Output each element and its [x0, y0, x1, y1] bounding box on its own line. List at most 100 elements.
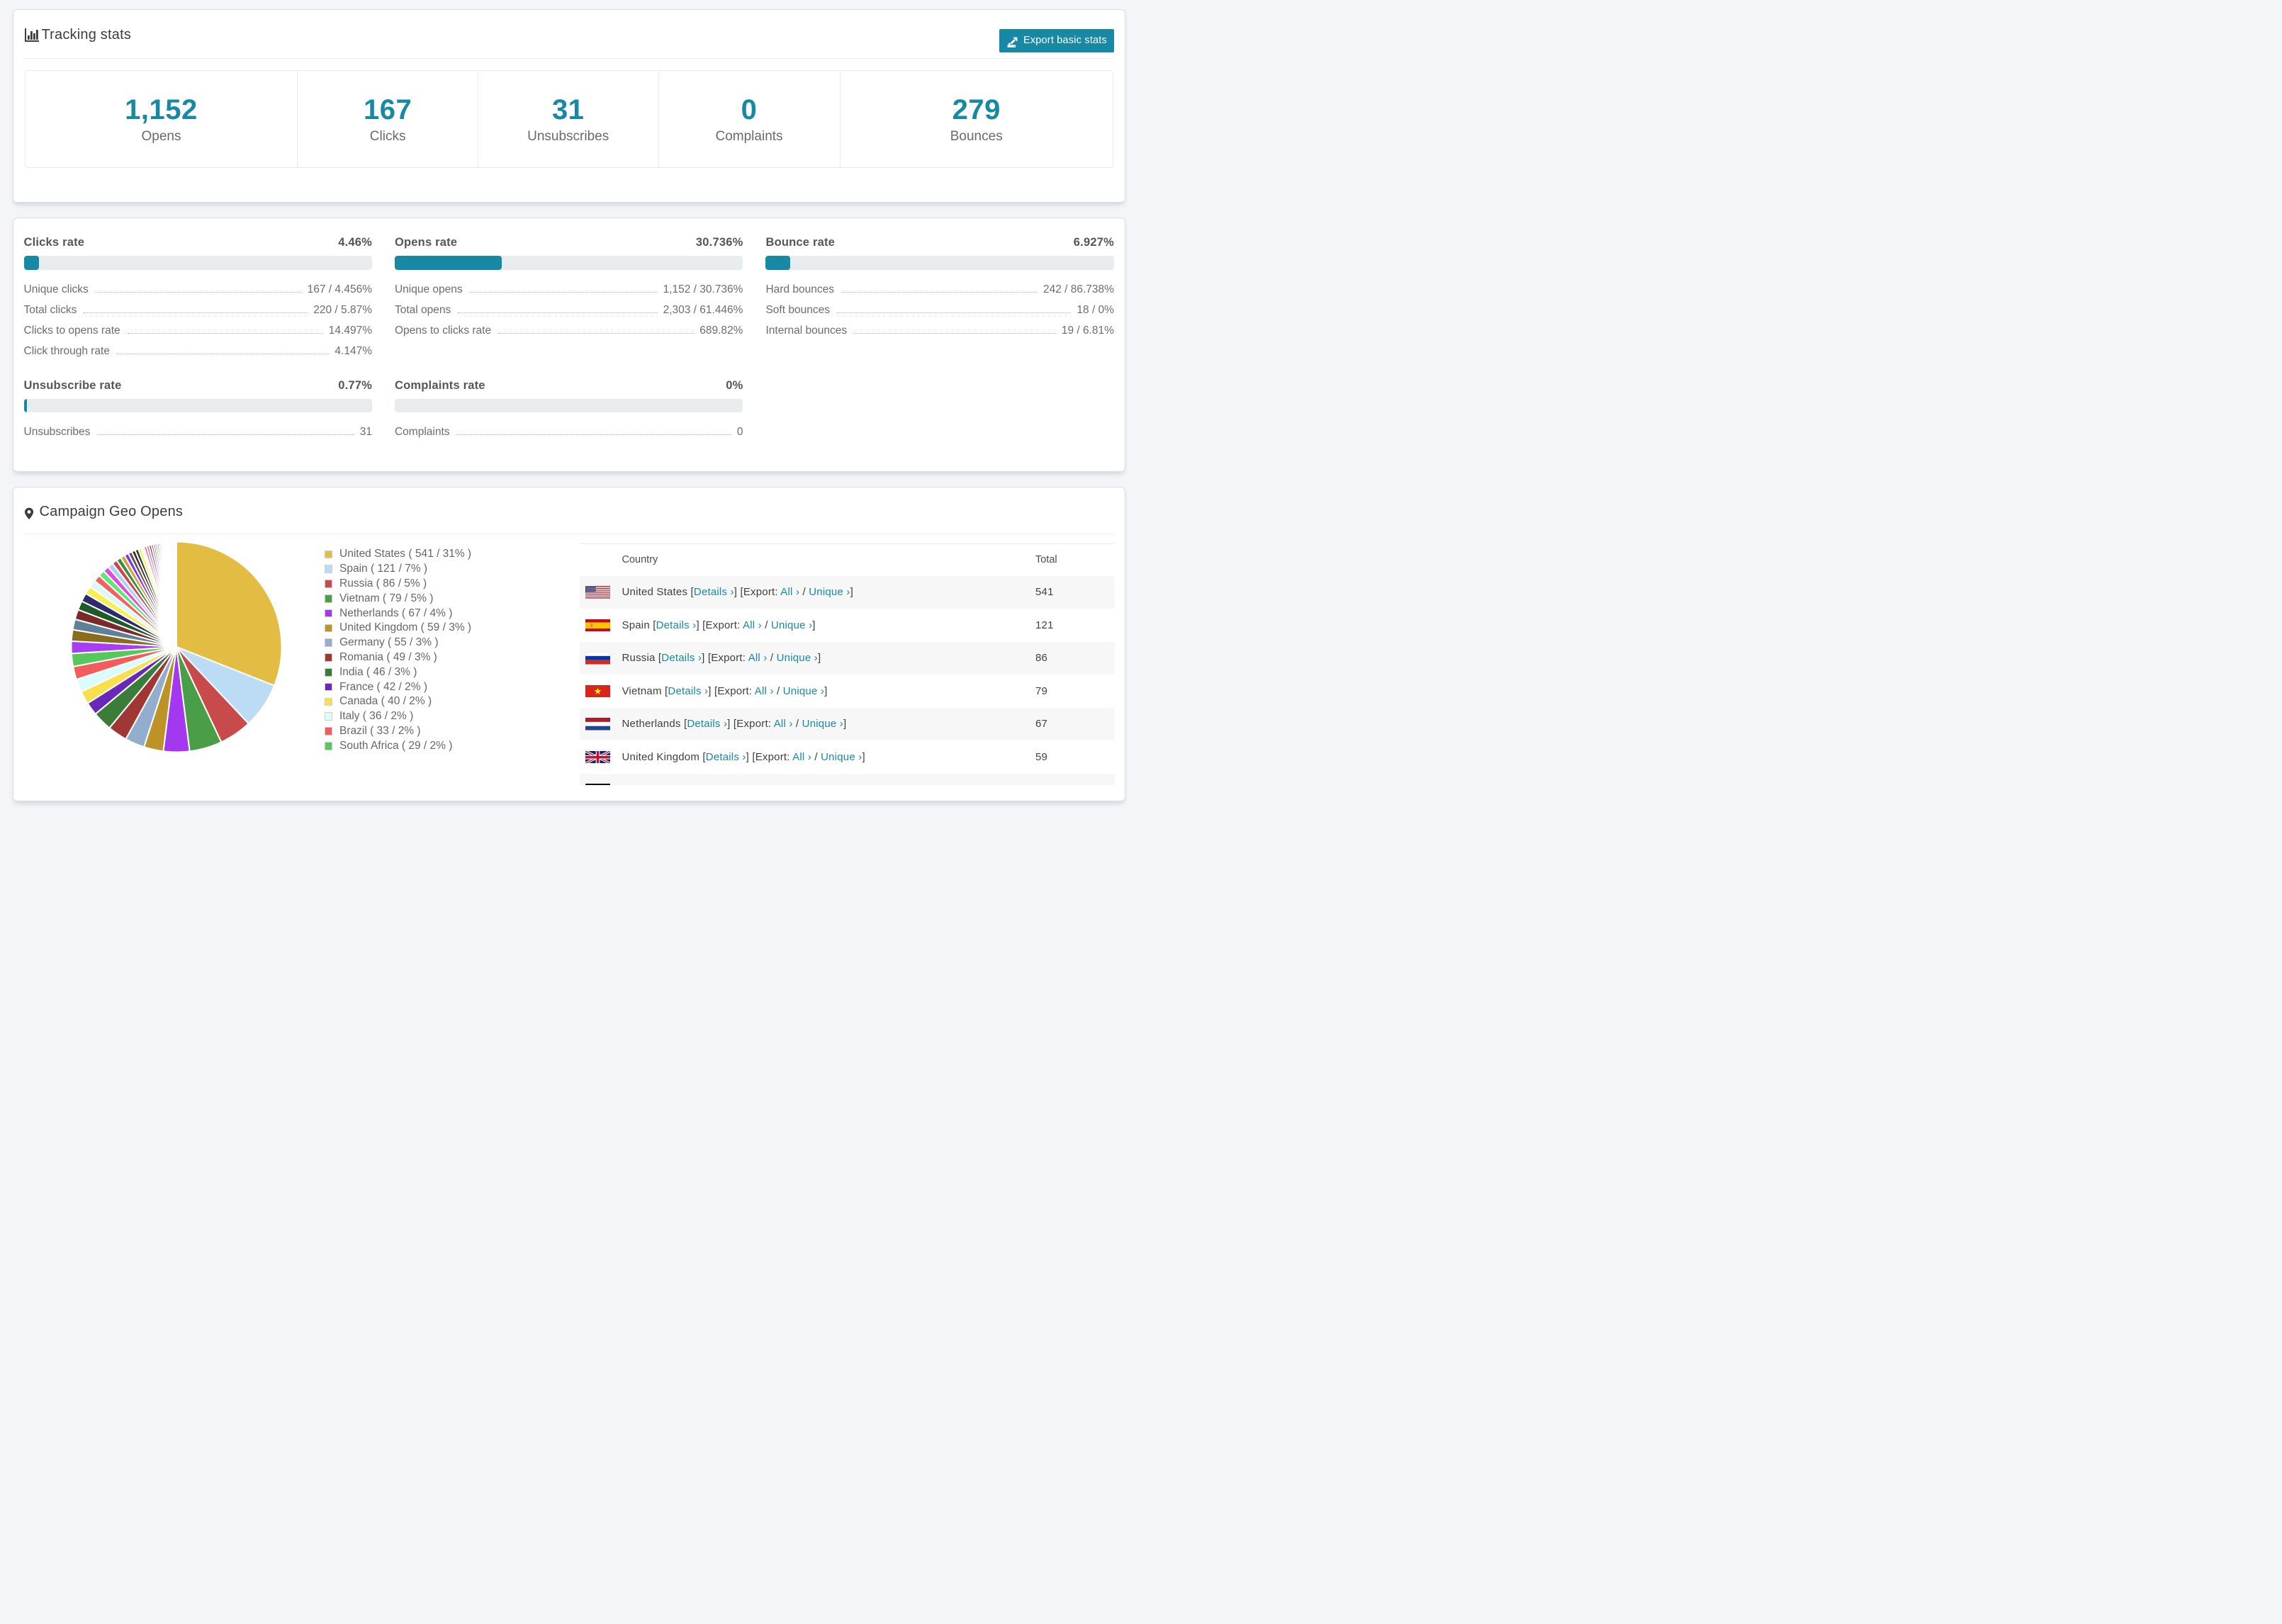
legend-item: Spain ( 121 / 7% ): [324, 562, 472, 577]
dotted-leader: [95, 291, 302, 293]
rate-row: Unsubscribes 31: [24, 426, 372, 446]
legend-item: United Kingdom ( 59 / 3% ): [324, 621, 472, 636]
export-basic-stats-button[interactable]: Export basic stats: [999, 28, 1114, 52]
export-unique-link[interactable]: Unique ›: [777, 652, 818, 664]
country-cell: Spain [Details ›] [Export: All › / Uniqu…: [622, 619, 816, 631]
country-row-nl: Netherlands [Details ›] [Export: All › /…: [579, 707, 1115, 740]
export-all-link[interactable]: All ›: [743, 619, 762, 631]
country-total: 121: [1035, 619, 1054, 631]
geo-body: United States ( 541 / 31% ) Spain ( 121 /…: [13, 534, 1125, 801]
legend-swatch: [324, 594, 332, 603]
country-table-header-row: Country Total: [579, 543, 1115, 576]
export-all-link[interactable]: All ›: [780, 586, 799, 598]
chevron-right-icon: ›: [723, 718, 728, 731]
rate-value: 30.736%: [695, 236, 743, 249]
rate-row-value: 689.82%: [699, 324, 743, 337]
flag-cell: [580, 642, 622, 675]
details-link[interactable]: Details ›: [687, 718, 727, 730]
export-all-link[interactable]: All ›: [748, 652, 768, 664]
legend-swatch: [324, 624, 332, 633]
legend-swatch: [324, 668, 332, 677]
country-cell: Netherlands [Details ›] [Export: All › /…: [622, 718, 847, 731]
legend-label: Netherlands ( 67 / 4% ): [339, 607, 453, 619]
legend-swatch: [324, 580, 332, 588]
legend-label: United Kingdom ( 59 / 3% ): [339, 621, 472, 634]
country-row-es: Spain [Details ›] [Export: All › / Uniqu…: [580, 609, 1115, 642]
details-link[interactable]: Details ›: [706, 751, 746, 763]
export-button-label: Export basic stats: [1023, 35, 1107, 46]
legend-swatch: [324, 550, 332, 559]
rate-value: 4.46%: [338, 236, 372, 249]
legend-item: India ( 46 / 3% ): [324, 665, 472, 680]
export-unique-link[interactable]: Unique ›: [809, 586, 850, 598]
flag-es-icon: [585, 619, 610, 631]
country-table-header-flag-spacer: [579, 543, 622, 576]
legend-label: South Africa ( 29 / 2% ): [339, 739, 453, 752]
stat-value: 279: [952, 94, 1001, 125]
chevron-right-icon: ›: [809, 619, 813, 631]
legend-swatch: [324, 609, 332, 618]
flag-cell: [580, 740, 622, 774]
export-unique-link[interactable]: Unique ›: [802, 718, 843, 730]
country-name: United States: [622, 586, 691, 599]
stat-unsubscribes: 31 Unsubscribes: [477, 71, 658, 167]
export-all-link[interactable]: All ›: [792, 751, 811, 763]
legend-swatch: [324, 565, 332, 573]
country-cell: United Kingdom [Details ›] [Export: All …: [622, 750, 865, 763]
chevron-right-icon: ›: [758, 619, 762, 631]
stat-opens: 1,152 Opens: [26, 71, 298, 167]
chevron-right-icon: ›: [820, 684, 825, 697]
rate-progress-fill: [23, 256, 40, 270]
rate-progress-bar: [394, 256, 743, 270]
rate-row: Complaints 0: [395, 426, 743, 446]
rate-row-label: Click through rate: [23, 344, 110, 357]
details-link[interactable]: Details ›: [668, 685, 708, 697]
legend-swatch: [324, 727, 332, 735]
flag-de-icon: [585, 784, 610, 785]
details-link[interactable]: Details ›: [661, 652, 702, 664]
country-total: 59: [1035, 750, 1048, 763]
export-all-link[interactable]: All ›: [774, 718, 793, 730]
country-total: 541: [1035, 586, 1054, 599]
rate-row: Soft bounces 18 / 0%: [765, 304, 1113, 325]
chevron-right-icon: ›: [795, 586, 800, 599]
geo-table-wrap: Country Total United States [Details ›] …: [579, 543, 1115, 785]
legend-item: Germany ( 55 / 3% ): [324, 636, 472, 650]
chevron-right-icon: ›: [730, 586, 734, 599]
rate-progress-bar: [394, 398, 743, 412]
legend-item: Netherlands ( 67 / 4% ): [324, 606, 472, 621]
country-row-us: United States [Details ›] [Export: All ›…: [579, 575, 1115, 609]
rate-block-opens-rate: Opens rate 30.736% Unique opens 1,152 / 30.…: [394, 236, 743, 366]
flag-cell: [580, 576, 622, 609]
flag-cell: [580, 609, 622, 642]
geo-pie-chart[interactable]: [70, 541, 283, 753]
export-all-link[interactable]: All ›: [755, 685, 774, 697]
stat-value: 0: [741, 94, 758, 125]
legend-label: Spain ( 121 / 7% ): [339, 563, 428, 575]
dotted-leader: [469, 291, 658, 293]
legend-swatch: [324, 682, 332, 692]
export-unique-link[interactable]: Unique ›: [771, 619, 812, 631]
details-link[interactable]: Details ›: [656, 619, 697, 631]
stat-label: Complaints: [715, 128, 783, 144]
rate-label: Clicks rate: [23, 236, 85, 249]
legend-label: France ( 42 / 2% ): [339, 680, 428, 693]
details-link[interactable]: Details ›: [694, 586, 734, 598]
legend-label: Russia ( 86 / 5% ): [339, 577, 427, 590]
country-row-de: Germany [Details ›] [Export: All › / Uni…: [579, 773, 1115, 785]
rate-row-value: 167 / 4.456%: [307, 283, 372, 295]
export-unique-link[interactable]: Unique ›: [821, 751, 862, 763]
dotted-leader: [127, 332, 323, 334]
legend-label: Romania ( 49 / 3% ): [339, 650, 437, 663]
chevron-right-icon: ›: [814, 652, 818, 665]
stat-value: 167: [364, 94, 412, 125]
flag-ru-icon: [585, 652, 610, 665]
rate-row-value: 18 / 0%: [1077, 303, 1114, 316]
country-row-vn: Vietnam [Details ›] [Export: All › / Uni…: [580, 675, 1115, 708]
country-name: Vietnam: [622, 684, 665, 697]
dotted-leader: [456, 434, 731, 435]
rate-value: 6.927%: [1073, 236, 1114, 249]
legend-label: Vietnam ( 79 / 5% ): [339, 592, 434, 604]
rate-row: Opens to clicks rate 689.82%: [395, 325, 743, 345]
export-unique-link[interactable]: Unique ›: [783, 685, 824, 697]
